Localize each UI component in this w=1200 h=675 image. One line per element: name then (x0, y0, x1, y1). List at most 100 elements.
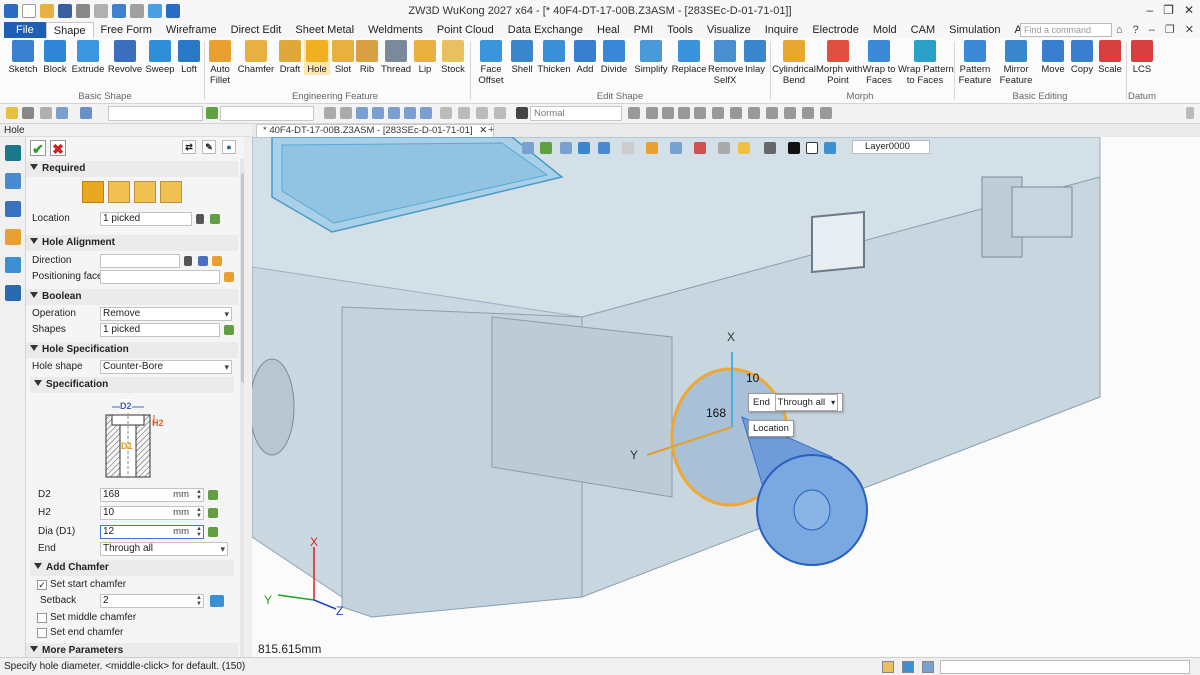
shell-button[interactable]: Shell (508, 40, 536, 75)
hole-type-threaded-button[interactable] (108, 181, 130, 203)
view-standard-icon[interactable] (622, 142, 634, 154)
hole-button[interactable]: Hole (304, 40, 330, 75)
pick-combo[interactable] (220, 106, 314, 121)
section-boolean[interactable]: Boolean (26, 289, 238, 305)
setback-option-icon[interactable] (210, 595, 224, 607)
setback-input[interactable]: 2 ▲ ▼ (100, 594, 204, 608)
cut-icon[interactable] (94, 4, 108, 18)
open-file-icon[interactable] (40, 4, 54, 18)
pattern-feature-button[interactable]: Pattern Feature (956, 40, 994, 86)
d2-option-icon[interactable] (208, 490, 218, 500)
save-icon[interactable] (58, 4, 72, 18)
operation-select[interactable]: Remove (100, 307, 232, 321)
sweep-button[interactable]: Sweep (144, 40, 176, 75)
close-button[interactable]: ✕ (1184, 3, 1194, 17)
auto-fillet-button[interactable]: Auto Fillet (206, 40, 234, 86)
3d-viewport[interactable]: Layer0000 10 168 End Through all ▾ Locati… (252, 137, 1200, 657)
view-hide-icon[interactable] (718, 142, 730, 154)
new-file-icon[interactable] (22, 4, 36, 18)
shapes-pick-icon[interactable] (224, 325, 234, 335)
sketch-button[interactable]: Sketch (6, 40, 40, 75)
d2-input[interactable]: 168 mm ▲ ▼ (100, 488, 204, 502)
render-mode-combo[interactable]: Normal (530, 106, 622, 121)
status-input-box[interactable] (940, 660, 1190, 674)
block-button[interactable]: Block (40, 40, 70, 75)
pane-splitter[interactable] (244, 137, 252, 657)
minimize-button[interactable]: – (1146, 3, 1153, 17)
dim-h2-label[interactable]: 10 (746, 371, 759, 385)
shape-icon[interactable] (766, 107, 778, 119)
view-axis-icon[interactable] (694, 142, 706, 154)
arrow-icon[interactable] (820, 107, 832, 119)
ok-button[interactable]: ✔ (30, 140, 46, 157)
menu-tools[interactable]: Tools (660, 22, 700, 38)
snap-icon[interactable] (324, 107, 336, 119)
view-orient-icon[interactable] (598, 142, 610, 154)
view-box-icon[interactable] (806, 142, 818, 154)
run-icon[interactable] (166, 4, 180, 18)
property-icon[interactable] (4, 229, 21, 245)
menu-pmi[interactable]: PMI (627, 22, 661, 38)
copy-button[interactable]: Copy (1068, 40, 1096, 75)
play-icon[interactable] (476, 107, 488, 119)
doc-restore-button[interactable]: ❐ (1165, 22, 1175, 38)
end-popup-select[interactable]: Through all ▾ (774, 394, 839, 411)
menu-shape[interactable]: Shape (45, 21, 94, 39)
section-required[interactable]: Required (26, 161, 238, 177)
menu-weldments[interactable]: Weldments (361, 22, 430, 38)
view-render-icon[interactable] (646, 142, 658, 154)
image-icon[interactable] (4, 257, 21, 273)
filter-combo[interactable] (108, 106, 203, 121)
view-light-icon[interactable] (824, 142, 836, 154)
thread-button[interactable]: Thread (380, 40, 412, 75)
part-tree-icon[interactable] (4, 201, 21, 217)
menu-sheet-metal[interactable]: Sheet Metal (288, 22, 361, 38)
stock-button[interactable]: Stock (438, 40, 468, 75)
menu-point-cloud[interactable]: Point Cloud (430, 22, 501, 38)
app-logo-icon[interactable] (4, 4, 18, 18)
panel-help-button[interactable]: ● (222, 140, 236, 154)
d1-input[interactable]: 12 mm ▲ ▼ (100, 525, 204, 539)
section-hole-specification[interactable]: Hole Specification (26, 342, 238, 358)
direction-pick-icon[interactable] (212, 256, 222, 266)
doc-minimize-button[interactable]: – (1149, 22, 1155, 38)
stop-icon[interactable] (516, 107, 528, 119)
mirror-feature-button[interactable]: Mirror Feature (996, 40, 1036, 86)
move-button[interactable]: Move (1038, 40, 1068, 75)
wrap-pattern-to-faces-button[interactable]: Wrap Pattern to Faces (898, 40, 954, 86)
document-tab-close-icon[interactable]: ✕ (479, 125, 487, 136)
help-icon[interactable]: ? (1133, 22, 1139, 38)
direction-field[interactable] (100, 254, 180, 268)
step-icon[interactable] (494, 107, 506, 119)
remove-selfx-button[interactable]: Remove SelfX (708, 40, 743, 86)
set-end-chamfer-checkbox[interactable] (37, 628, 47, 638)
status-display-icon[interactable] (902, 661, 914, 673)
location-pick-icon[interactable] (210, 214, 220, 224)
panel-edit-button[interactable]: ✎ (202, 140, 216, 154)
menu-cam[interactable]: CAM (904, 22, 942, 38)
setback-spinner[interactable]: ▲ ▼ (196, 595, 202, 607)
pan-icon[interactable] (662, 107, 674, 119)
h2-option-icon[interactable] (208, 508, 218, 518)
direction-filter-icon[interactable] (184, 256, 192, 266)
inlay-button[interactable]: Inlay (742, 40, 768, 75)
history-icon[interactable] (404, 107, 416, 119)
history-manager-icon[interactable] (4, 145, 21, 161)
layer-icon[interactable] (388, 107, 400, 119)
view-fit-icon[interactable] (540, 142, 552, 154)
dim-d2-label[interactable]: 168 (706, 406, 726, 420)
cursor-icon[interactable] (628, 107, 640, 119)
select-icon[interactable] (6, 107, 18, 119)
hole-type-tapered-button[interactable] (134, 181, 156, 203)
toolbar-options-icon[interactable] (1186, 107, 1194, 119)
status-layout-icon[interactable] (882, 661, 894, 673)
refresh-icon[interactable] (148, 4, 162, 18)
view-filter-icon[interactable] (738, 142, 750, 154)
d1-option-icon[interactable] (208, 527, 218, 537)
filter-icon[interactable] (56, 107, 68, 119)
lcs-button[interactable]: LCS (1128, 40, 1156, 75)
thicken-button[interactable]: Thicken (536, 40, 572, 75)
pause-icon[interactable] (458, 107, 470, 119)
rib-button[interactable]: Rib (356, 40, 378, 75)
revolve-button[interactable]: Revolve (106, 40, 144, 75)
